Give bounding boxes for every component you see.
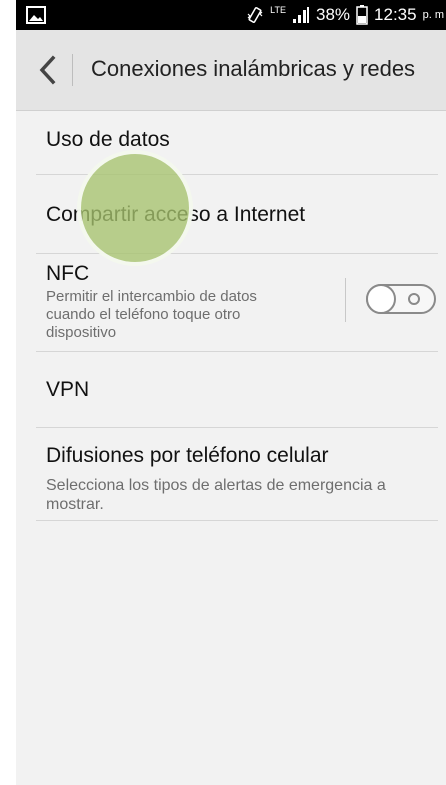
action-bar-divider xyxy=(72,54,73,86)
setting-vpn[interactable]: VPN xyxy=(36,352,438,428)
setting-subtitle: Permitir el intercambio de datos cuando … xyxy=(46,288,257,341)
vibrate-icon xyxy=(247,7,263,23)
battery-icon xyxy=(356,5,368,25)
clock: 12:35 xyxy=(374,5,417,24)
toggle-divider xyxy=(345,278,346,322)
chevron-left-icon[interactable] xyxy=(34,54,62,86)
clock-ampm: p. m xyxy=(422,9,444,21)
setting-title: NFC xyxy=(46,262,90,285)
setting-data-usage[interactable]: Uso de datos xyxy=(36,110,438,175)
setting-cell-broadcast[interactable]: Difusiones por teléfono celular Seleccio… xyxy=(36,428,438,521)
setting-title: Difusiones por teléfono celular xyxy=(46,444,329,467)
status-bar: LTE 38% 12:35 p. m xyxy=(16,0,446,30)
settings-list: Uso de datos Compartir acceso a Internet… xyxy=(36,110,438,521)
action-bar: Conexiones inalámbricas y redes xyxy=(16,30,446,111)
toggle-off-icon xyxy=(408,293,420,305)
image-icon xyxy=(26,6,46,24)
page-title: Conexiones inalámbricas y redes xyxy=(91,56,416,81)
setting-title: Uso de datos xyxy=(46,128,170,151)
setting-nfc[interactable]: NFC Permitir el intercambio de datos cua… xyxy=(36,254,438,352)
setting-title: VPN xyxy=(46,378,90,401)
setting-title: Compartir acceso a Internet xyxy=(46,203,306,226)
nfc-toggle[interactable] xyxy=(366,284,436,314)
setting-tethering[interactable]: Compartir acceso a Internet xyxy=(36,175,438,254)
signal-icon xyxy=(293,7,310,23)
toggle-knob xyxy=(366,284,396,314)
status-icons: LTE 38% 12:35 p. m xyxy=(246,5,444,25)
phone-screen: LTE 38% 12:35 p. m Conexiones inalámbric… xyxy=(16,0,446,785)
battery-percent: 38% xyxy=(316,5,351,24)
lte-label: LTE xyxy=(270,5,287,15)
setting-subtitle: Selecciona los tipos de alertas de emerg… xyxy=(46,477,386,513)
